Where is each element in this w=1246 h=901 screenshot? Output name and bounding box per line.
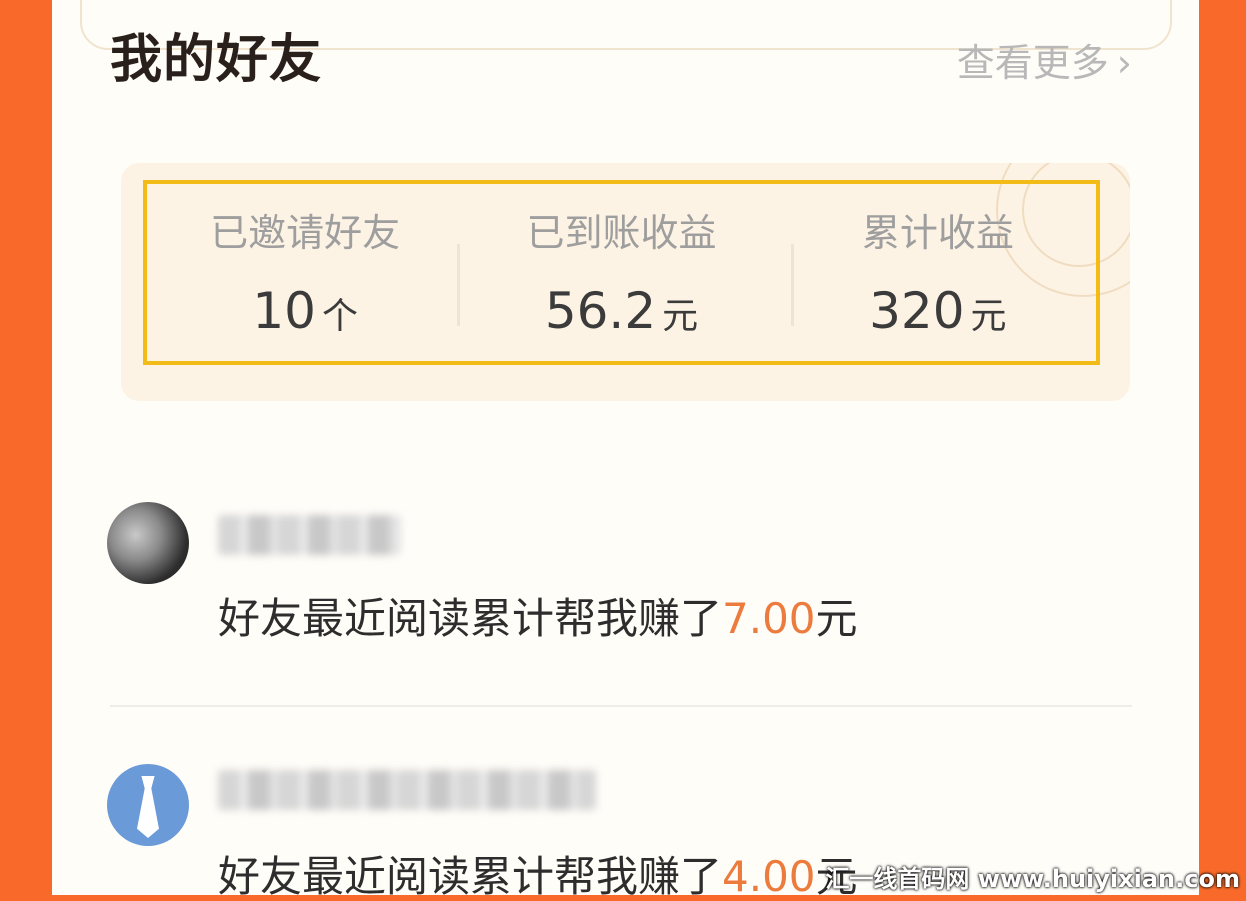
friend-earning-text: 好友最近阅读累计帮我赚了4.00元: [218, 852, 858, 901]
stats-highlight-box: 已邀请好友 10 个 已到账收益 56.2 元 累计收益 320 元: [143, 180, 1100, 365]
stat-total-earnings: 累计收益 320 元: [780, 184, 1096, 361]
friend-earning-text: 好友最近阅读累计帮我赚了7.00元: [218, 594, 858, 643]
stat-received-earnings: 已到账收益 56.2 元: [463, 184, 779, 361]
earning-amount: 7.00: [722, 594, 816, 643]
earning-amount: 4.00: [722, 852, 816, 901]
list-divider: [110, 705, 1132, 707]
friend-name-blurred: [218, 515, 400, 555]
avatar[interactable]: [107, 502, 189, 584]
page-title: 我的好友: [110, 30, 323, 90]
stat-divider: [457, 244, 460, 326]
stat-label: 累计收益: [861, 211, 1014, 255]
stat-label: 已到账收益: [526, 211, 717, 255]
stat-value: 56.2 元: [544, 282, 699, 340]
view-more-label: 查看更多: [956, 41, 1109, 85]
stat-value: 320 元: [869, 282, 1007, 340]
avatar[interactable]: [107, 764, 189, 846]
stat-invited-friends: 已邀请好友 10 个: [147, 184, 463, 361]
view-more-link[interactable]: 查看更多 ›: [957, 44, 1132, 82]
stat-label: 已邀请好友: [210, 211, 401, 255]
stat-divider: [791, 244, 794, 326]
friend-name-blurred: [218, 770, 596, 810]
friends-panel: [52, 0, 1199, 895]
site-watermark: 汇一线首码网 www.huiyixian.com: [825, 865, 1240, 893]
stat-value: 10 个: [252, 282, 358, 340]
tie-icon: [137, 776, 159, 838]
chevron-right-icon: ›: [1116, 41, 1132, 85]
